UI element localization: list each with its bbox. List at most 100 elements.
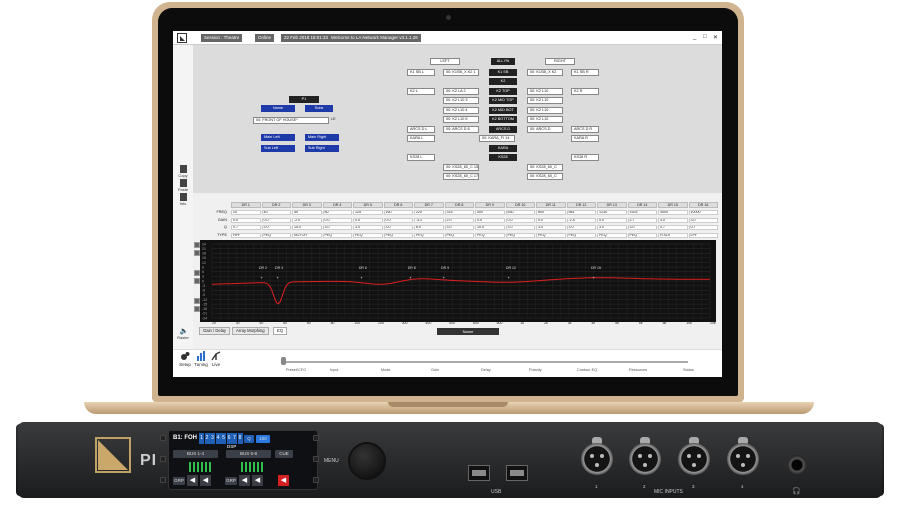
device-node[interactable]: 00: K2 L10 4	[443, 107, 479, 114]
eq-cell[interactable]: 1230	[597, 210, 627, 215]
side-button[interactable]	[313, 477, 319, 483]
kara-l-group[interactable]: KARA L	[407, 135, 435, 142]
online-tab[interactable]: Online	[255, 34, 275, 42]
eq-cell[interactable]: 0.7	[231, 225, 261, 230]
eq-cell[interactable]: 0.7	[688, 225, 718, 230]
paste-tool[interactable]: Paste	[176, 179, 190, 192]
eq-cell[interactable]: 3.0	[597, 225, 627, 230]
eq-cell[interactable]: 0.0	[383, 217, 413, 223]
device-node[interactable]: 00: K1SB_X K2	[527, 69, 563, 76]
arcs-l-group[interactable]: ARCS D L	[407, 126, 435, 133]
step-resources[interactable]: Resources	[629, 368, 647, 372]
eq-cell[interactable]: PEQ	[414, 232, 444, 238]
lcd-channel[interactable]: 8	[237, 433, 243, 444]
eq-cell[interactable]: 3.0	[536, 225, 566, 230]
eq-cell[interactable]: 0.0	[475, 217, 505, 223]
arcs-d-group[interactable]: ARCS D	[489, 126, 517, 133]
eq-cell[interactable]: 6.0	[414, 225, 444, 230]
name-column[interactable]: Name	[261, 105, 295, 112]
eq-cell[interactable]: 0.0	[261, 217, 291, 223]
eq-band-header[interactable]: DR 9	[475, 202, 505, 208]
k2-group[interactable]: K2	[489, 78, 517, 85]
lcd-channel[interactable]: 5	[221, 433, 226, 444]
eq-band-header[interactable]: DR 13	[597, 202, 627, 208]
view-select[interactable]: Name	[437, 328, 499, 335]
eq-cell[interactable]: 40	[261, 210, 291, 215]
subs-column[interactable]: Subs	[305, 105, 333, 112]
tab-array-morphing[interactable]: Array Morphing	[232, 327, 269, 335]
eq-cell[interactable]: 2.0	[444, 217, 474, 223]
session-tab[interactable]: Session : Theatre	[201, 34, 243, 42]
eq-band-header[interactable]: DR 7	[414, 202, 444, 208]
eq-cell[interactable]: PEQ	[536, 232, 566, 238]
step-polarity[interactable]: Polarity	[529, 368, 542, 372]
side-button[interactable]	[313, 456, 319, 462]
eq-cell[interactable]: PEQ	[353, 232, 383, 238]
step-gain[interactable]: Gain	[431, 368, 439, 372]
eq-cell[interactable]: 0.0	[505, 217, 535, 223]
device-node[interactable]: 00: K2 LA 2	[443, 88, 479, 95]
eq-cell[interactable]: PEQ	[566, 232, 596, 238]
eq-cell[interactable]: NOTCH	[292, 232, 322, 238]
headphone-jack[interactable]	[787, 455, 807, 475]
arcs-r-group[interactable]: ARCS D R	[571, 126, 599, 133]
device-node[interactable]: 00: KS28_60_C	[527, 164, 563, 171]
raster-tool[interactable]: 🔈 Raster	[176, 327, 190, 340]
eq-cell[interactable]: 0.0	[231, 217, 261, 223]
k2-top-group[interactable]: K2 TOP	[489, 88, 517, 95]
tab-gain-delay[interactable]: Gain / Delay	[199, 327, 231, 335]
eq-cell[interactable]: 3.0	[658, 217, 688, 223]
k1sb-l-group[interactable]: K1 SB L	[407, 69, 435, 76]
xlr-input[interactable]	[581, 437, 613, 481]
eq-cell[interactable]: 4000	[658, 210, 688, 215]
eq-cell[interactable]: LPF	[688, 232, 718, 238]
eq-cell[interactable]: -2.0	[292, 217, 322, 223]
eq-cell[interactable]: 3.0	[261, 225, 291, 230]
tab-eq[interactable]: EQ	[273, 327, 288, 335]
device-node[interactable]: 00: K2 L10	[527, 116, 563, 123]
step-delay[interactable]: Delay	[481, 368, 491, 372]
sub-right-button[interactable]: Sub Right	[305, 145, 339, 152]
eq-band-header[interactable]: DR 1	[231, 202, 261, 208]
eq-cell[interactable]: 20	[231, 210, 261, 215]
workflow-knob[interactable]	[281, 357, 286, 365]
device-node[interactable]: 00: KS28_60_C 15	[443, 164, 479, 171]
speaker-icon[interactable]: ◀	[239, 475, 250, 486]
eq-cell[interactable]: PEQ	[444, 232, 474, 238]
lcd-bus-5-8[interactable]: BUS 5-8	[226, 450, 271, 458]
device-node[interactable]: 00: KS28_60_C	[527, 173, 563, 180]
lcd-channel[interactable]: 7	[232, 433, 237, 444]
main-right-button[interactable]: Main Right	[305, 134, 339, 141]
mute-speaker-icon[interactable]: ◀	[278, 475, 289, 486]
eq-cell[interactable]: 0.0	[597, 217, 627, 223]
speaker-icon[interactable]: ◀	[252, 475, 263, 486]
group-name-value[interactable]: 00: FRONT OF HOUSE*	[253, 117, 329, 124]
eq-cell[interactable]: PEQ	[475, 232, 505, 238]
eq-cell[interactable]: PEQ	[261, 232, 291, 238]
eq-band-header[interactable]: DR 2	[261, 202, 291, 208]
eq-band-header[interactable]: DR 14	[627, 202, 657, 208]
eq-cell[interactable]: PEQ	[627, 232, 657, 238]
right-group[interactable]: RIGHT	[545, 58, 575, 65]
eq-cell[interactable]: 3.0	[353, 225, 383, 230]
eq-band-header[interactable]: DR 16	[688, 202, 718, 208]
eq-cell[interactable]: -4.2	[414, 217, 444, 223]
eq-band-header[interactable]: DR 11	[536, 202, 566, 208]
eq-cell[interactable]: 3.0	[627, 225, 657, 230]
k1sb-group[interactable]: K1 SB	[489, 69, 517, 76]
eq-band-header[interactable]: DR 15	[658, 202, 688, 208]
copy-tool[interactable]: Copy	[176, 165, 190, 178]
main-left-button[interactable]: Main Left	[261, 134, 295, 141]
device-node[interactable]: 00: K2 L10 3	[443, 97, 479, 104]
eq-band-header[interactable]: DR 5	[353, 202, 383, 208]
eq-cell[interactable]: PEQ	[505, 232, 535, 238]
eq-band-header[interactable]: DR 8	[444, 202, 474, 208]
eq-cell[interactable]: PEQ	[383, 232, 413, 238]
eq-cell[interactable]: 0.0	[353, 217, 383, 223]
eq-cell[interactable]: 3.0	[444, 225, 474, 230]
kara-group[interactable]: KARA	[489, 145, 517, 152]
left-group[interactable]: LEFT	[430, 58, 460, 65]
eq-cell[interactable]: 3.0	[383, 225, 413, 230]
eq-cell[interactable]: PEQ	[597, 232, 627, 238]
usb-port[interactable]	[468, 465, 490, 481]
